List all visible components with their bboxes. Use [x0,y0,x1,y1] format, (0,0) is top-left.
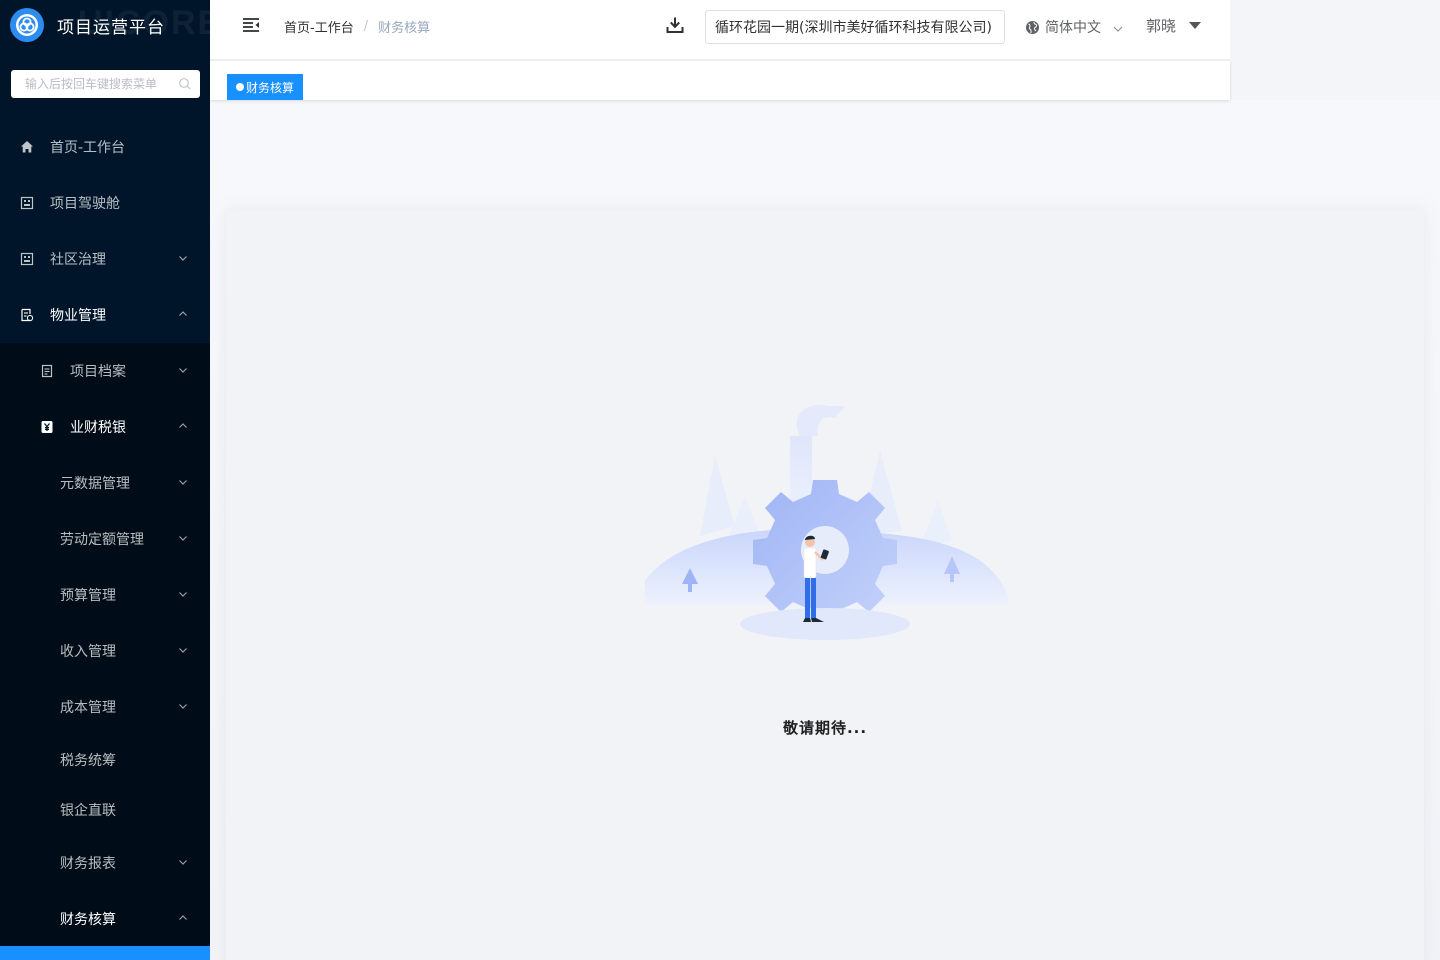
menu-item-label: 首页-工作台 [50,140,126,156]
menu-item-home[interactable]: 首页-工作台 [0,119,210,175]
top-right-background [1230,0,1440,100]
menu-item-label: 收入管理 [60,644,116,660]
menu-item-label: 项目驾驶舱 [50,196,120,212]
selected-submenu-item[interactable] [0,946,210,960]
caret-down-icon [1189,22,1202,29]
menu-item-label: 成本管理 [60,700,116,716]
chevron-down-icon [178,645,188,655]
menu-search-input[interactable] [25,77,178,91]
active-dot-icon [236,83,244,91]
menu-item-labor-quota[interactable]: 劳动定额管理 [0,511,210,567]
sidebar: UICORE 项目运营平台 首页-工作台 [0,0,210,960]
menu-item-label: 财务报表 [60,856,116,872]
chevron-down-icon [178,857,188,867]
globe-icon [1025,20,1040,35]
menu-item-label: 劳动定额管理 [60,532,144,548]
under-construction-illustration [645,405,1008,640]
logo-icon [10,8,44,42]
logo[interactable]: UICORE 项目运营平台 [0,0,210,50]
menu-item-metadata-management[interactable]: 元数据管理 [0,455,210,511]
app-title: 项目运营平台 [57,17,165,38]
language-switcher[interactable]: 简体中文 [1025,17,1123,37]
project-select[interactable]: 循环花园一期(深圳市美好循环科技有限公司) [705,10,1005,44]
chevron-up-icon [178,309,188,319]
menu-item-label: 业财税银 [70,420,126,436]
chevron-down-icon [178,701,188,711]
chevron-down-icon [178,253,188,263]
menu-item-label: 银企直联 [60,803,116,819]
language-label: 简体中文 [1045,20,1101,36]
yen-icon [40,420,54,434]
breadcrumb-separator: / [363,19,369,34]
chevron-down-icon [178,589,188,599]
menu-item-label: 社区治理 [50,252,106,268]
tags-view: 财务核算 [210,61,1230,100]
menu-item-bank-direct[interactable]: 银企直联 [0,785,210,835]
sidebar-menu: 首页-工作台 项目驾驶舱 社区治理 物业管理 项目档案 业财税银 元数据管理 劳… [0,119,210,947]
tag-label: 财务核算 [246,80,295,95]
menu-item-income-management[interactable]: 收入管理 [0,623,210,679]
menu-item-label: 元数据管理 [60,476,130,492]
project-select-value: 循环花园一期(深圳市美好循环科技有限公司) [715,20,992,36]
grid-icon [20,252,34,266]
menu-item-tax-planning[interactable]: 税务统筹 [0,735,210,785]
document-icon [20,308,34,322]
breadcrumb: 首页-工作台 / 财务核算 [284,17,430,36]
menu-item-budget-management[interactable]: 预算管理 [0,567,210,623]
top-navbar: 首页-工作台 / 财务核算 循环花园一期(深圳市美好循环科技有限公司) 简体中文… [210,0,1230,60]
menu-item-financial-accounting[interactable]: 财务核算 [0,891,210,947]
menu-item-cost-management[interactable]: 成本管理 [0,679,210,735]
home-icon [20,140,34,154]
menu-item-label: 项目档案 [70,364,126,380]
menu-item-project-cockpit[interactable]: 项目驾驶舱 [0,175,210,231]
chevron-down-icon [178,477,188,487]
menu-item-finance-tax-bank[interactable]: 业财税银 [0,399,210,455]
grid-icon [20,196,34,210]
tag-financial-accounting[interactable]: 财务核算 [227,74,304,100]
menu-item-project-archive[interactable]: 项目档案 [0,343,210,399]
menu-item-label: 财务核算 [60,912,116,928]
breadcrumb-current: 财务核算 [378,21,431,36]
menu-item-community-governance[interactable]: 社区治理 [0,231,210,287]
chevron-down-icon [178,365,188,375]
search-icon[interactable] [178,77,192,91]
download-icon[interactable] [666,16,684,34]
chevron-up-icon [178,913,188,923]
chevron-up-icon [178,421,188,431]
breadcrumb-home[interactable]: 首页-工作台 [284,17,354,36]
menu-item-financial-reports[interactable]: 财务报表 [0,835,210,891]
menu-item-label: 预算管理 [60,588,116,604]
user-name: 郭晓 [1146,17,1177,35]
menu-item-label: 税务统筹 [60,753,116,769]
menu-fold-icon[interactable] [242,16,260,34]
menu-item-label: 物业管理 [50,308,106,324]
chevron-down-icon [178,533,188,543]
menu-search[interactable] [11,70,200,98]
user-menu[interactable]: 郭晓 [1146,15,1202,36]
menu-item-property-management[interactable]: 物业管理 [0,287,210,343]
file-icon [40,364,54,378]
chevron-down-icon [1113,22,1123,32]
